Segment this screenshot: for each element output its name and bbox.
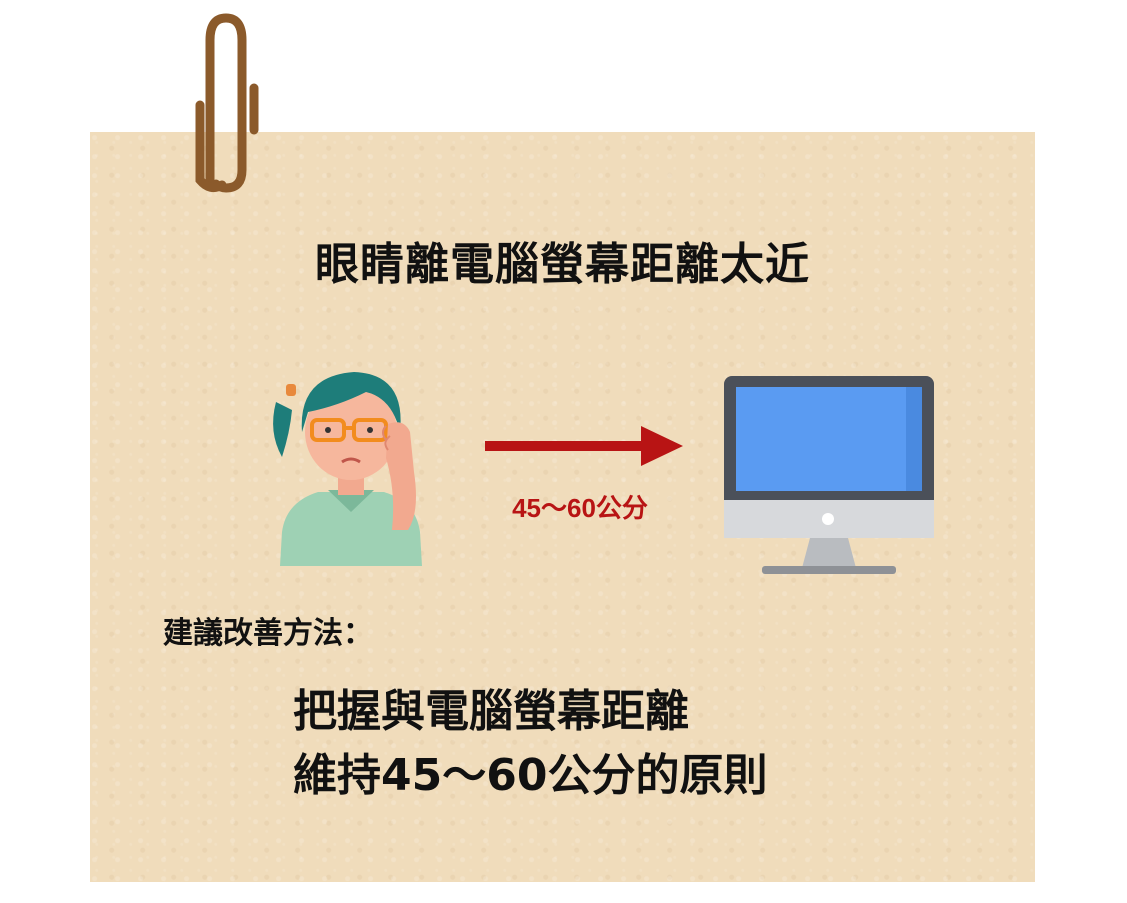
advice-text: 把握與電腦螢幕距離 維持45～60公分的原則 — [293, 680, 893, 808]
computer-monitor-icon — [724, 376, 934, 574]
distance-label: 45～60公分 — [512, 493, 648, 523]
woman-with-glasses-icon — [273, 372, 422, 566]
advice-line: 維持45～60公分的原則 — [293, 750, 768, 801]
page-title: 眼睛離電腦螢幕距離太近 — [315, 239, 810, 290]
advice-line: 把握與電腦螢幕距離 — [293, 686, 689, 737]
paperclip-icon — [195, 13, 259, 193]
arrow-right-icon — [485, 426, 683, 466]
advice-heading: 建議改善方法： — [163, 616, 373, 651]
